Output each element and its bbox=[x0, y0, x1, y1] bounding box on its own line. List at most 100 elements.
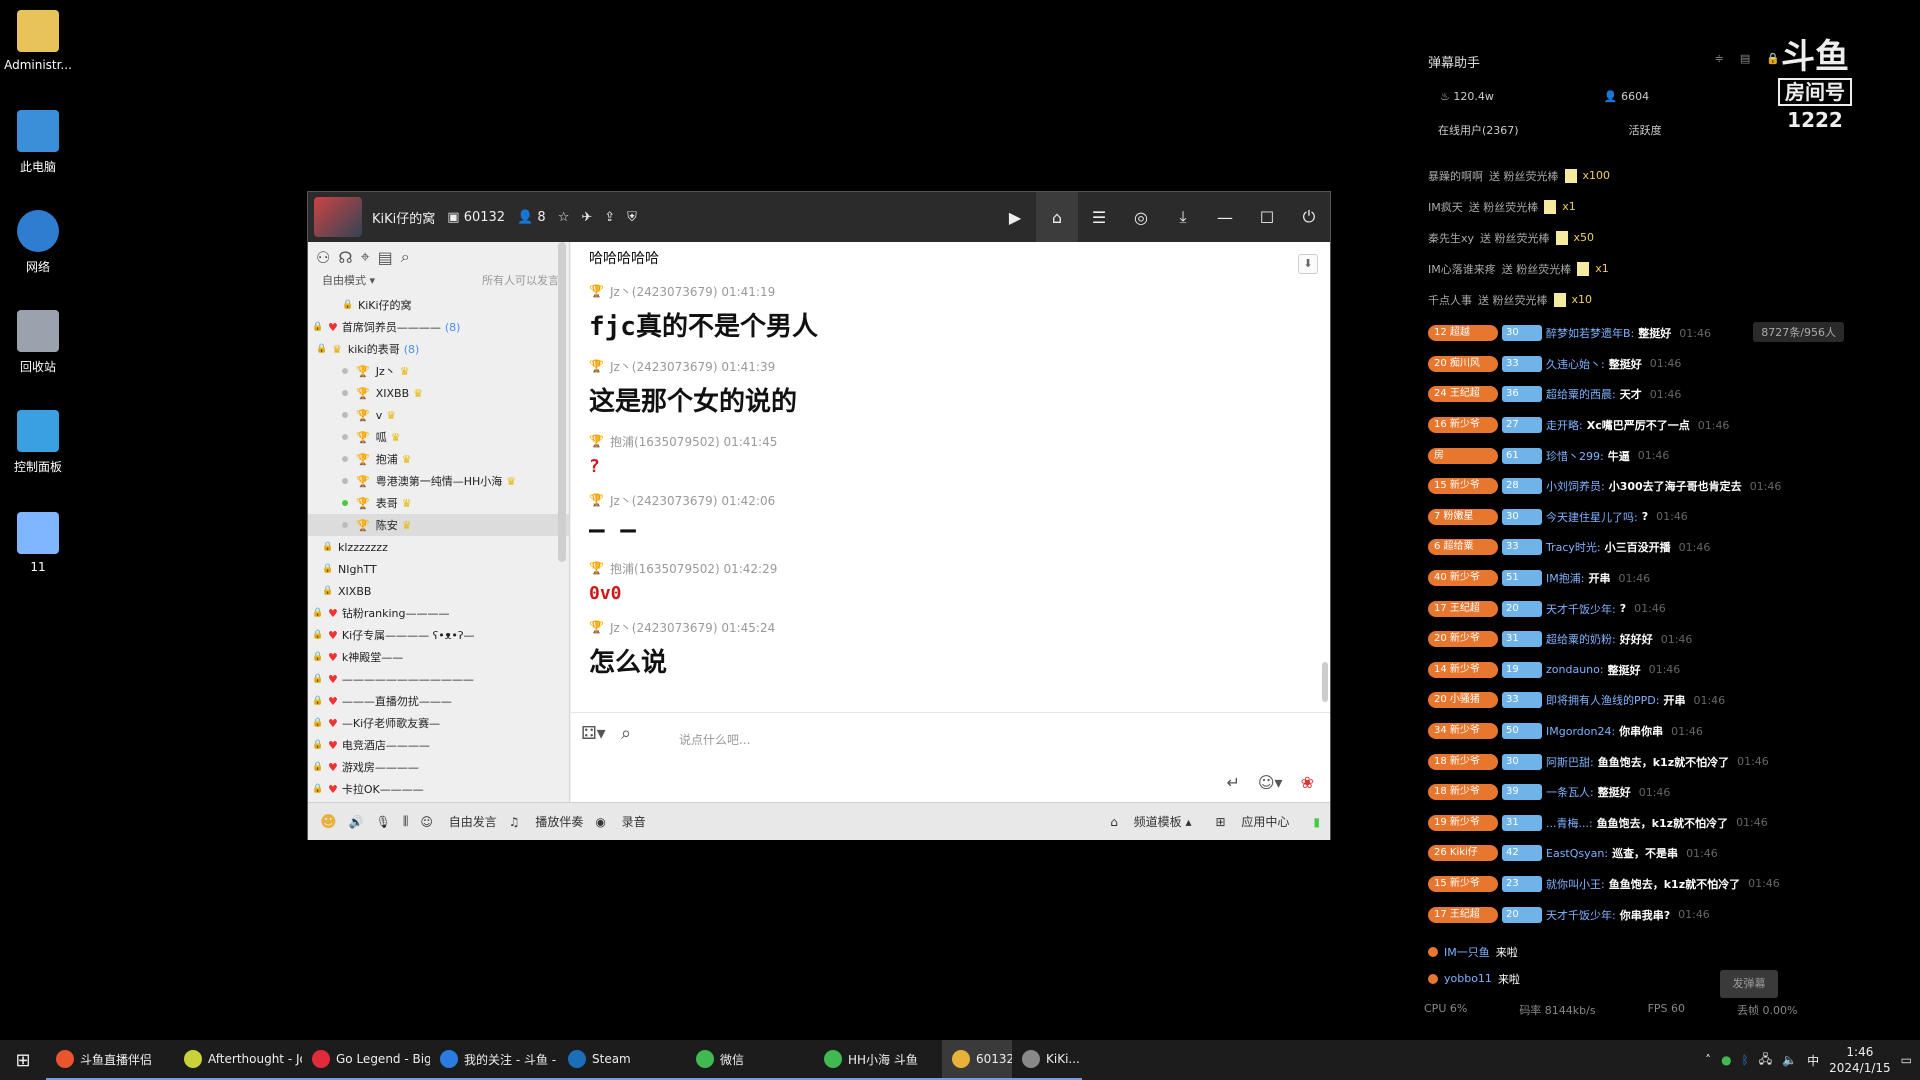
emoji-game-icon[interactable]: ⚃▾ bbox=[581, 723, 606, 744]
channel-tree-item[interactable]: 🔒 ♥ ———直播勿扰——— bbox=[308, 690, 569, 712]
shield-icon[interactable]: ⛨ bbox=[627, 210, 637, 225]
send-danmu-button[interactable]: 发弹幕 bbox=[1720, 970, 1778, 998]
danmu-user[interactable]: Tracy时光: bbox=[1546, 539, 1601, 555]
channel-tree-item[interactable]: 🔒 ♥ Ki仔专属———— ʕ•ᴥ•ʔ— bbox=[308, 624, 569, 646]
location-icon[interactable]: ⌖ bbox=[361, 247, 370, 267]
gift-user[interactable]: 千点人事 bbox=[1428, 292, 1472, 308]
channel-tree-item[interactable]: 🔒 ♥ ———————————— bbox=[308, 668, 569, 690]
scroll-down-icon[interactable]: ⬇ bbox=[1298, 254, 1318, 274]
record-button[interactable]: ◉ 录音 bbox=[595, 813, 645, 830]
enter-user[interactable]: IM一只鱼 bbox=[1444, 944, 1490, 960]
doc-icon[interactable]: ▤ bbox=[1740, 52, 1750, 65]
filter-icon[interactable]: ≑ bbox=[1715, 52, 1724, 65]
channel-tree-item[interactable]: 🏆 呱 ♛ bbox=[308, 426, 569, 448]
mic-icon[interactable]: 🎙 bbox=[376, 815, 391, 829]
channel-tree-item[interactable]: 🔒 ♥ 卡拉OK———— bbox=[308, 778, 569, 800]
chat-bubble-icon[interactable]: ☊ bbox=[338, 248, 352, 267]
message-sender[interactable]: 抱浦(1635079502) 01:42:29 bbox=[610, 560, 777, 577]
danmu-user[interactable]: 天才千饭少年: bbox=[1546, 601, 1616, 617]
notification-icon[interactable]: ▭ bbox=[1901, 1053, 1912, 1067]
channel-tree-item[interactable]: 🔒 ♥ 电竞酒店———— bbox=[308, 734, 569, 756]
wechat-tray-icon[interactable]: ● bbox=[1721, 1053, 1731, 1067]
danmu-user[interactable]: 天才千饭少年: bbox=[1546, 907, 1616, 923]
danmu-user[interactable]: 即将拥有人渔线的PPD: bbox=[1546, 692, 1659, 708]
danmu-user[interactable]: zondauno: bbox=[1546, 663, 1604, 676]
channel-tree-item[interactable]: 🔒 XIXBB bbox=[308, 580, 569, 602]
maximize-icon[interactable]: ☐ bbox=[1246, 192, 1288, 242]
channel-tree-scrollbar[interactable] bbox=[558, 242, 566, 562]
danmu-user[interactable]: 走开略: bbox=[1546, 417, 1583, 433]
gift-user[interactable]: IM心落谁来疼 bbox=[1428, 261, 1496, 277]
download-icon[interactable]: ⤓ bbox=[1162, 192, 1204, 242]
mode-select[interactable]: 自由模式 ▾ bbox=[322, 272, 375, 294]
image-search-icon[interactable]: ⌕ bbox=[621, 723, 631, 744]
message-sender[interactable]: Jz丶(2423073679) 01:41:19 bbox=[610, 283, 775, 300]
power-icon[interactable]: ⏻ bbox=[1288, 192, 1330, 242]
channel-tree-item[interactable]: 🏆 抱浦 ♛ bbox=[308, 448, 569, 470]
plane-icon[interactable]: ✈ bbox=[581, 210, 592, 225]
gift-user[interactable]: IM疯天 bbox=[1428, 199, 1463, 215]
channel-tree-item[interactable]: 🔒 klzzzzzzz bbox=[308, 536, 569, 558]
danmu-user[interactable]: 珍惜丶299: bbox=[1546, 448, 1604, 464]
channel-tree-item[interactable]: 🔒 ♥ 钻粉ranking———— bbox=[308, 602, 569, 624]
gamepad-icon[interactable]: ◎ bbox=[1120, 192, 1162, 242]
message-sender[interactable]: Jz丶(2423073679) 01:41:39 bbox=[610, 358, 775, 375]
channel-tree-item[interactable]: 🏆 v ♛ bbox=[308, 404, 569, 426]
channel-tree-item[interactable]: 🔒 ♥ 游戏房———— bbox=[308, 756, 569, 778]
enter-icon[interactable]: ↵ bbox=[1226, 773, 1239, 792]
tab-activity[interactable]: 活跃度 bbox=[1629, 122, 1662, 138]
desktop-icon-recycle-bin[interactable]: 回收站 bbox=[0, 310, 76, 375]
danmu-user[interactable]: 超给粟的奶粉: bbox=[1546, 631, 1616, 647]
share-icon[interactable]: ⇪ bbox=[604, 210, 615, 225]
mascot-icon[interactable]: ☻ bbox=[320, 812, 337, 831]
speaker-icon[interactable]: 🔊 bbox=[349, 815, 364, 829]
chat-scrollbar[interactable] bbox=[1322, 662, 1328, 702]
desktop-icon-this-pc[interactable]: 此电脑 bbox=[0, 110, 76, 175]
template-button[interactable]: ⌂ 频道模板 ▴ bbox=[1110, 813, 1191, 830]
windows-start-icon[interactable]: ⊞ bbox=[0, 1040, 46, 1080]
clock[interactable]: 1:46 2024/1/15 bbox=[1829, 1044, 1891, 1076]
channel-tree-item[interactable]: 🏆 表哥 ♛ bbox=[308, 492, 569, 514]
danmu-user[interactable]: 一条瓦人: bbox=[1546, 784, 1594, 800]
volume-icon[interactable]: 🔈 bbox=[1782, 1053, 1797, 1067]
free-speak-button[interactable]: ☺ 自由发言 bbox=[420, 813, 496, 830]
danmu-user[interactable]: IMgordon24: bbox=[1546, 725, 1615, 738]
taskbar-app-button[interactable]: 我的关注 - 斗鱼 - ... bbox=[430, 1040, 558, 1080]
desktop-icon-11[interactable]: 11 bbox=[0, 512, 76, 574]
danmu-user[interactable]: 小刘饲养员: bbox=[1546, 478, 1605, 494]
channel-tree-item[interactable]: 🏆 粤港澳第一纯情—HH小海 ♛ bbox=[308, 470, 569, 492]
danmu-user[interactable]: 阿斯巴甜: bbox=[1546, 754, 1594, 770]
danmu-user[interactable]: EastQsyan: bbox=[1546, 847, 1608, 860]
danmu-user[interactable]: 久违心始丶: bbox=[1546, 356, 1605, 372]
channel-tree-item[interactable]: 🔒 KiKi仔的窝 bbox=[308, 294, 569, 316]
channel-tree-item[interactable]: 🔒 NIghTT bbox=[308, 558, 569, 580]
danmu-user[interactable]: 醉梦如若梦遗年B: bbox=[1546, 325, 1634, 341]
message-sender[interactable]: Jz丶(2423073679) 01:42:06 bbox=[610, 492, 775, 509]
taskbar-app-button[interactable]: 60132- bbox=[942, 1040, 1012, 1080]
star-icon[interactable]: ☆ bbox=[558, 210, 570, 225]
danmu-user[interactable]: 超给粟的西晨: bbox=[1546, 386, 1616, 402]
person-icon[interactable]: ⚇ bbox=[316, 248, 330, 267]
gift-user[interactable]: 暴躁的啊啊 bbox=[1428, 168, 1483, 184]
notes-icon[interactable]: ▤ bbox=[378, 248, 393, 267]
network-icon[interactable]: 🖧 bbox=[1759, 1050, 1772, 1071]
danmu-user[interactable]: 就你叫小王: bbox=[1546, 876, 1605, 892]
taskbar-app-button[interactable]: HH小海 斗鱼 bbox=[814, 1040, 942, 1080]
video-icon[interactable]: ▶ bbox=[994, 192, 1036, 242]
chat-input[interactable]: 说点什么吧... bbox=[679, 731, 750, 748]
channel-tree-item[interactable]: 🏆 陈安 ♛ bbox=[308, 514, 569, 536]
enter-user[interactable]: yobbo11 bbox=[1444, 972, 1492, 985]
taskbar-app-button[interactable]: Steam bbox=[558, 1040, 686, 1080]
taskbar-app-button[interactable]: 微信 bbox=[686, 1040, 814, 1080]
mixer-icon[interactable]: ⫼ bbox=[403, 814, 409, 829]
channel-tree-item[interactable]: 🏆 XIXBB ♛ bbox=[308, 382, 569, 404]
desktop-icon-admin[interactable]: Administr... bbox=[0, 10, 76, 72]
app-center-button[interactable]: ⊞ 应用中心 bbox=[1216, 813, 1290, 830]
tab-online-users[interactable]: 在线用户(2367) bbox=[1438, 122, 1519, 138]
channel-tree-item[interactable]: 🔒 ♥ k神殿堂—— bbox=[308, 646, 569, 668]
taskbar-app-button[interactable]: 斗鱼直播伴侣 bbox=[46, 1040, 174, 1080]
channel-tree-item[interactable]: 🔒 ♥ 首席饲养员———— (8) bbox=[308, 316, 569, 338]
desktop-icon-network[interactable]: 网络 bbox=[0, 210, 76, 275]
channel-avatar[interactable] bbox=[314, 197, 362, 237]
channel-tree-item[interactable]: 🔒 ♛ kiki的表哥 (8) bbox=[308, 338, 569, 360]
